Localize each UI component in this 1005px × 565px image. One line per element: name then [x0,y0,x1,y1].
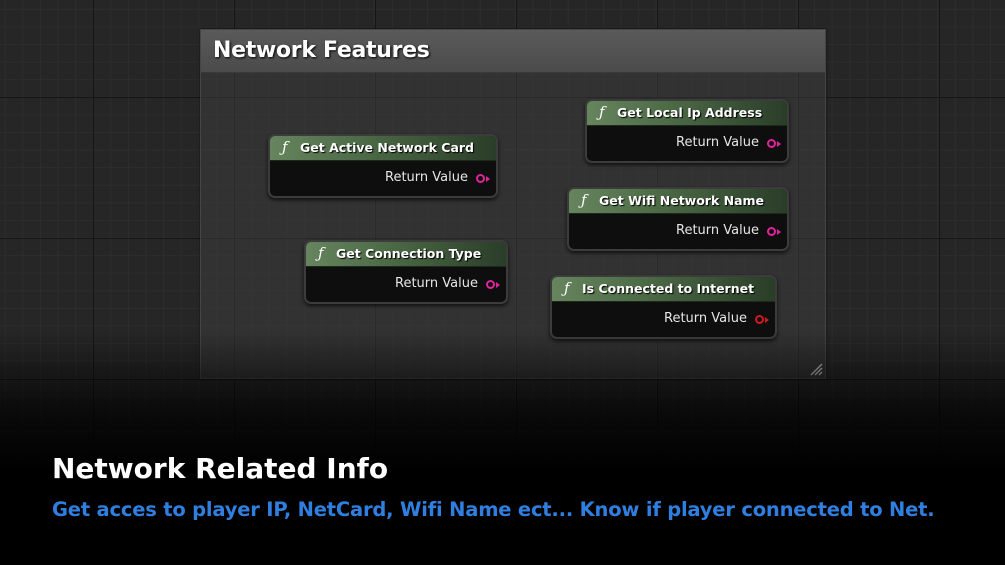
caption-title: Network Related Info [52,452,389,485]
function-icon: ƒ [599,103,605,121]
node-title: Get Local Ip Address [617,105,763,120]
node-header[interactable]: ƒ Get Local Ip Address [587,101,787,126]
node-get-connection-type[interactable]: ƒ Get Connection Type Return Value [304,240,508,304]
function-icon: ƒ [318,244,324,262]
node-body: Return Value [270,161,496,196]
comment-header[interactable]: Network Features [201,30,825,73]
pin-arrow-icon [777,141,781,147]
node-body: Return Value [569,214,787,249]
pin-arrow-icon [777,229,781,235]
output-label: Return Value [676,135,759,150]
node-get-active-network-card[interactable]: ƒ Get Active Network Card Return Value [268,134,498,198]
function-icon: ƒ [282,138,288,156]
node-header[interactable]: ƒ Get Active Network Card [270,136,496,161]
output-pin-icon[interactable] [755,315,764,324]
node-title: Get Wifi Network Name [599,193,765,208]
node-header[interactable]: ƒ Get Connection Type [306,242,506,267]
output-label: Return Value [676,223,759,238]
output-pin-icon[interactable] [486,280,495,289]
output-label: Return Value [385,170,468,185]
node-title: Is Connected to Internet [582,281,755,296]
caption-backdrop [0,330,1005,565]
output-label: Return Value [395,276,478,291]
function-icon: ƒ [581,191,587,209]
pin-arrow-icon [486,176,490,182]
node-title: Get Active Network Card [300,140,474,155]
comment-title: Network Features [213,38,430,63]
node-header[interactable]: ƒ Is Connected to Internet [552,277,775,302]
pin-arrow-icon [765,317,769,323]
node-title: Get Connection Type [336,246,482,261]
node-header[interactable]: ƒ Get Wifi Network Name [569,189,787,214]
node-get-local-ip-address[interactable]: ƒ Get Local Ip Address Return Value [585,99,789,163]
function-icon: ƒ [564,279,570,297]
output-label: Return Value [664,311,747,326]
pin-arrow-icon [496,282,500,288]
node-body: Return Value [587,126,787,161]
caption-subtitle: Get acces to player IP, NetCard, Wifi Na… [52,498,935,521]
node-body: Return Value [306,267,506,302]
output-pin-icon[interactable] [767,139,776,148]
output-pin-icon[interactable] [767,227,776,236]
output-pin-icon[interactable] [476,174,485,183]
node-get-wifi-network-name[interactable]: ƒ Get Wifi Network Name Return Value [567,187,789,251]
